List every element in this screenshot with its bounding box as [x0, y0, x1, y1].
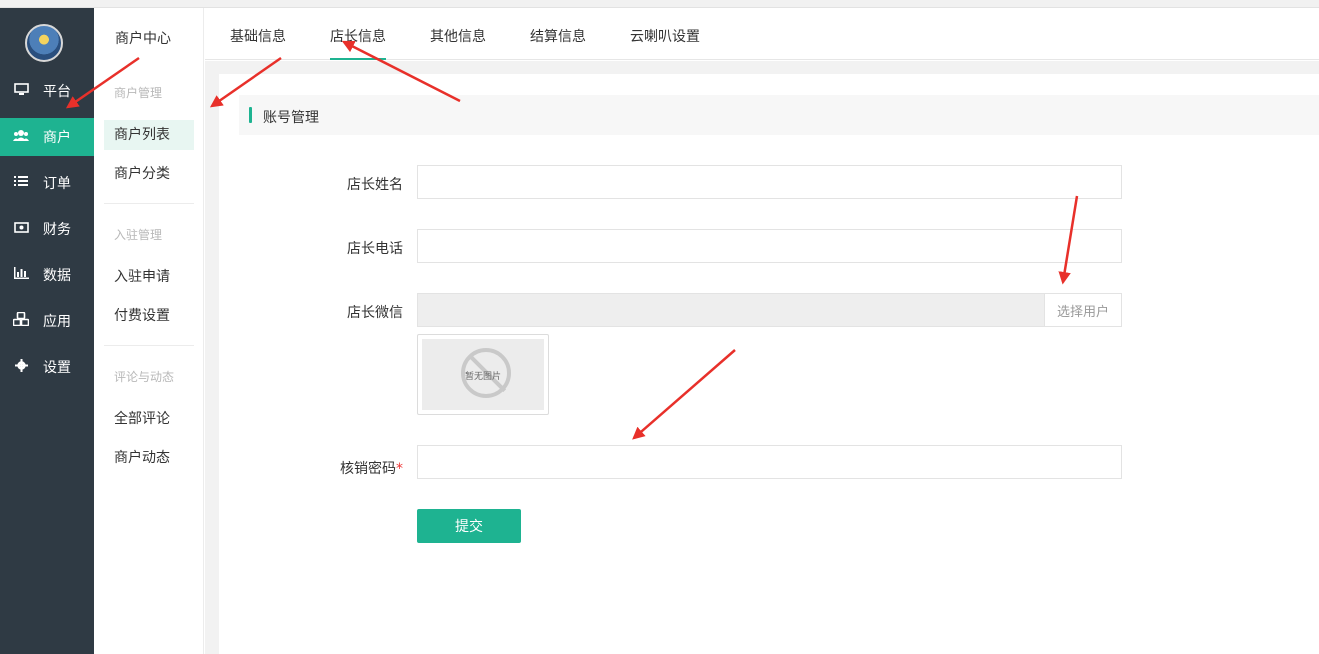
subnav-item-all-comments[interactable]: 全部评论 [104, 404, 194, 434]
form-card [219, 74, 1319, 654]
tab-other-info[interactable]: 其他信息 [430, 26, 486, 46]
section-accent-bar [249, 107, 252, 123]
manager-wechat-input [417, 293, 1045, 327]
sidebar-item-label: 财务 [43, 222, 71, 238]
sub-sidebar: 商户中心 商户管理 商户列表 商户分类 入驻管理 入驻申请 付费设置 评论与动态… [94, 8, 204, 654]
sidebar-item-label: 应用 [43, 314, 71, 330]
manager-phone-input[interactable] [417, 229, 1122, 263]
sidebar-item-data[interactable]: 数据 [0, 256, 94, 294]
required-mark: * [396, 461, 403, 477]
section-title: 账号管理 [263, 110, 319, 126]
users-icon [13, 129, 29, 146]
manager-wechat-label: 店长微信 [347, 305, 403, 321]
tab-settlement-info[interactable]: 结算信息 [530, 26, 586, 46]
cubes-icon [12, 311, 30, 330]
sidebar-item-finance[interactable]: 财务 [0, 210, 94, 248]
verify-password-input[interactable] [417, 445, 1122, 479]
sidebar-item-orders[interactable]: 订单 [0, 164, 94, 202]
list-icon [13, 175, 29, 191]
tab-bar: 基础信息 店长信息 其他信息 结算信息 云喇叭设置 [205, 8, 1319, 60]
browser-top-strip [0, 0, 1319, 8]
subnav-group-settle-manage: 入驻管理 [114, 228, 163, 242]
main-sidebar: 平台 商户 订单 财务 数据 应用 设置 [0, 8, 94, 654]
bar-chart-icon [13, 267, 29, 283]
tab-cloud-speaker-settings[interactable]: 云喇叭设置 [630, 26, 700, 46]
subnav-group-comments: 评论与动态 [114, 370, 175, 384]
subnav-divider [104, 345, 194, 346]
subnav-item-fee-settings[interactable]: 付费设置 [104, 301, 194, 331]
manager-phone-label: 店长电话 [347, 241, 403, 257]
verify-password-label-text: 核销密码 [340, 461, 396, 477]
no-image-text: 暂无图片 [464, 372, 501, 382]
subnav-item-merchant-category[interactable]: 商户分类 [104, 159, 194, 189]
subnav-group-merchant-manage: 商户管理 [114, 86, 163, 100]
sidebar-item-label: 数据 [43, 268, 71, 284]
sidebar-item-merchant[interactable]: 商户 [0, 118, 94, 156]
monitor-icon [13, 82, 29, 100]
subnav-divider [104, 203, 194, 204]
subnav-item-apply[interactable]: 入驻申请 [104, 262, 194, 292]
no-image-placeholder: 暂无图片 [422, 339, 544, 410]
subnav-title: 商户中心 [115, 31, 171, 47]
subnav-item-merchant-moments[interactable]: 商户动态 [104, 443, 194, 473]
manager-name-input[interactable] [417, 165, 1122, 199]
app-logo [25, 24, 63, 62]
manager-name-label: 店长姓名 [347, 177, 403, 193]
sidebar-item-label: 平台 [43, 84, 71, 100]
sidebar-item-settings[interactable]: 设置 [0, 348, 94, 386]
sidebar-item-label: 设置 [43, 360, 71, 376]
section-header [239, 95, 1319, 135]
subnav-item-merchant-list[interactable]: 商户列表 [104, 120, 194, 150]
sidebar-item-label: 商户 [43, 130, 71, 146]
select-user-button[interactable]: 选择用户 [1044, 293, 1122, 327]
sidebar-item-label: 订单 [43, 176, 71, 192]
verify-password-label: 核销密码* [283, 458, 403, 478]
money-icon [13, 221, 29, 237]
sidebar-item-platform[interactable]: 平台 [0, 72, 94, 110]
tab-basic-info[interactable]: 基础信息 [230, 26, 286, 46]
submit-button[interactable]: 提交 [417, 509, 521, 543]
gear-icon [13, 358, 29, 376]
tab-manager-info[interactable]: 店长信息 [330, 26, 386, 60]
wechat-avatar-preview: 暂无图片 [417, 334, 549, 415]
sidebar-item-apps[interactable]: 应用 [0, 302, 94, 340]
